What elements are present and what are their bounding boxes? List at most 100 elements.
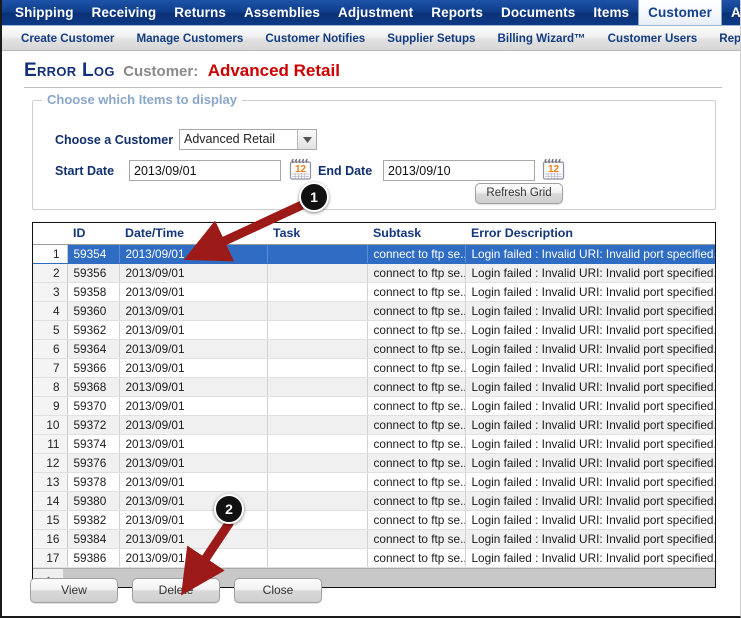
subnav-item-billing-wizard[interactable]: Billing Wizard™ [487,32,597,45]
delete-button[interactable]: Delete [132,578,220,603]
view-button[interactable]: View [30,578,118,603]
cell-subtask: connect to ftp se... [367,529,466,549]
table-row[interactable]: 14 59380 2013/09/01 connect to ftp se... Log… [33,491,715,511]
cell-datetime: 2013/09/01 [119,491,268,511]
table-row[interactable]: 8 59368 2013/09/01 connect to ftp se... Logi… [33,377,715,397]
cell-id: 59370 [67,396,120,416]
table-row[interactable]: 9 59370 2013/09/01 connect to ftp se... Logi… [33,396,715,416]
cell-subtask: connect to ftp se... [367,244,466,264]
table-row[interactable]: 12 59376 2013/09/01 connect to ftp se... Log… [33,453,715,473]
row-index: 2 [33,263,68,283]
nav-item-customer[interactable]: Customer [638,0,722,25]
start-date-input[interactable] [129,160,281,181]
cell-datetime: 2013/09/01 [119,263,268,283]
cell-subtask: connect to ftp se... [367,263,466,283]
subnav-item-report-setups[interactable]: Report Setups [708,32,740,45]
row-index: 15 [33,510,68,530]
nav-item-returns[interactable]: Returns [165,0,235,25]
page-title-heading: Error Log [24,60,115,81]
cell-datetime: 2013/09/01 [119,396,268,416]
nav-item-reports[interactable]: Reports [422,0,492,25]
application-window: Shipping Receiving Returns Assemblies Ad… [0,0,741,618]
cell-id: 59354 [67,244,120,264]
subnav-item-customer-notifies[interactable]: Customer Notifies [254,32,376,45]
cell-datetime: 2013/09/01 [119,244,268,264]
cell-task [267,472,368,492]
cell-id: 59368 [67,377,120,397]
cell-subtask: connect to ftp se... [367,358,466,378]
cell-task [267,548,368,568]
subnav-item-create-customer[interactable]: Create Customer [10,32,125,45]
cell-subtask: connect to ftp se... [367,548,466,568]
table-row[interactable]: 10 59372 2013/09/01 connect to ftp se... Log… [33,415,715,435]
end-date-label: End Date [318,164,373,178]
column-header-datetime[interactable]: Date/Time [119,223,267,245]
cell-id: 59380 [67,491,120,511]
cell-task [267,415,368,435]
cell-subtask: connect to ftp se... [367,396,466,416]
cell-error-description: Login failed : Invalid URI: Invalid port… [465,453,715,473]
table-row[interactable]: 6 59364 2013/09/01 connect to ftp se... Logi… [33,339,715,359]
sub-navigation-bar: Create Customer Manage Customers Custome… [2,26,740,51]
column-header-task[interactable]: Task [267,223,367,245]
nav-item-documents[interactable]: Documents [492,0,584,25]
row-index: 1 [33,244,68,264]
table-row[interactable]: 11 59374 2013/09/01 connect to ftp se... Log… [33,434,715,454]
column-header-error-description[interactable]: Error Description [465,223,715,245]
table-row[interactable]: 5 59362 2013/09/01 connect to ftp se... Logi… [33,320,715,340]
action-button-bar: View Delete Close [30,578,322,603]
error-log-grid: ID Date/Time Task Subtask Error Descript… [32,222,716,588]
cell-error-description: Login failed : Invalid URI: Invalid port… [465,472,715,492]
cell-task [267,491,368,511]
row-index: 17 [33,548,68,568]
end-date-calendar-icon[interactable]: 12 [542,158,565,180]
table-row[interactable]: 13 59378 2013/09/01 connect to ftp se... Log… [33,472,715,492]
table-row[interactable]: 15 59382 2013/09/01 connect to ftp se... Log… [33,510,715,530]
nav-item-accounting[interactable]: Ac [722,0,740,25]
cell-datetime: 2013/09/01 [119,453,268,473]
end-date-input[interactable] [383,160,535,181]
nav-item-items[interactable]: Items [584,0,638,25]
table-row[interactable]: 17 59386 2013/09/01 connect to ftp se... Log… [33,548,715,568]
cell-subtask: connect to ftp se... [367,415,466,435]
cell-id: 59366 [67,358,120,378]
nav-item-assemblies[interactable]: Assemblies [235,0,329,25]
cell-id: 59386 [67,548,120,568]
nav-item-adjustment[interactable]: Adjustment [329,0,422,25]
start-date-calendar-icon[interactable]: 12 [289,158,312,180]
table-row[interactable]: 4 59360 2013/09/01 connect to ftp se... Logi… [33,301,715,321]
subnav-item-supplier-setups[interactable]: Supplier Setups [376,32,486,45]
subnav-item-manage-customers[interactable]: Manage Customers [125,32,254,45]
refresh-grid-button[interactable]: Refresh Grid [475,183,563,204]
cell-subtask: connect to ftp se... [367,510,466,530]
table-row[interactable]: 3 59358 2013/09/01 connect to ftp se... Logi… [33,282,715,302]
cell-subtask: connect to ftp se... [367,282,466,302]
column-header-id[interactable]: ID [67,223,119,245]
nav-item-shipping[interactable]: Shipping [6,0,83,25]
table-row[interactable]: 7 59366 2013/09/01 connect to ftp se... Logi… [33,358,715,378]
column-header-subtask[interactable]: Subtask [367,223,465,245]
cell-task [267,377,368,397]
row-index: 11 [33,434,68,454]
cell-id: 59372 [67,415,120,435]
close-button[interactable]: Close [234,578,322,603]
chevron-down-icon[interactable] [297,130,316,149]
filter-panel-legend: Choose which Items to display [42,92,242,107]
column-header-index[interactable] [33,223,67,245]
cell-error-description: Login failed : Invalid URI: Invalid port… [465,491,715,511]
table-row[interactable]: 16 59384 2013/09/01 connect to ftp se... Log… [33,529,715,549]
page-title-customer-label: Customer: [123,63,199,80]
table-row[interactable]: 2 59356 2013/09/01 connect to ftp se... Logi… [33,263,715,283]
table-row[interactable]: 1 59354 2013/09/01 connect to ftp se... Logi… [33,244,715,264]
row-index: 16 [33,529,68,549]
table-body: 1 59354 2013/09/01 connect to ftp se... Logi… [33,244,715,568]
cell-datetime: 2013/09/01 [119,301,268,321]
cell-error-description: Login failed : Invalid URI: Invalid port… [465,415,715,435]
nav-item-receiving[interactable]: Receiving [83,0,166,25]
cell-error-description: Login failed : Invalid URI: Invalid port… [465,377,715,397]
cell-error-description: Login failed : Invalid URI: Invalid port… [465,282,715,302]
customer-select[interactable]: Advanced Retail [179,129,317,150]
start-date-label: Start Date [55,164,115,178]
cell-id: 59362 [67,320,120,340]
subnav-item-customer-users[interactable]: Customer Users [597,32,709,45]
